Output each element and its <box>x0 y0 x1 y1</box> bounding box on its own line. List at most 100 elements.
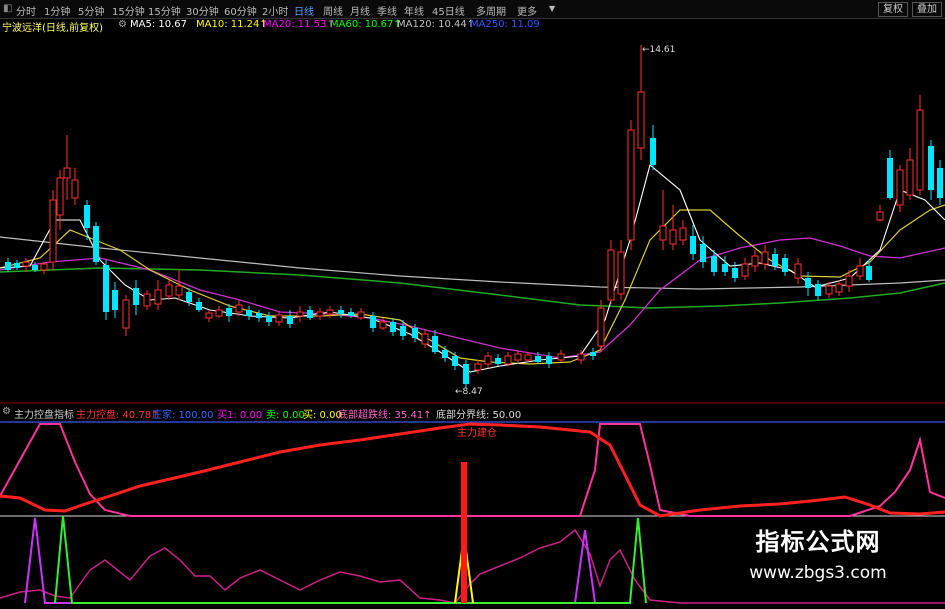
candle-body <box>637 91 645 149</box>
candle-body <box>370 316 376 328</box>
candle-body <box>275 314 283 323</box>
candle-body <box>412 328 418 338</box>
candle-body <box>165 284 173 297</box>
candle-body <box>690 236 696 254</box>
candle-body <box>896 169 904 206</box>
candle-body <box>937 168 943 198</box>
low-price-label: ←8.47 <box>455 387 483 397</box>
candle-body <box>133 288 139 305</box>
kline-chart[interactable]: ←14.61 ←8.47 主力建仓 <box>0 0 945 609</box>
candle-body <box>597 307 605 347</box>
candle-body <box>215 309 223 317</box>
candle-body <box>805 278 811 288</box>
candle-body <box>782 258 788 272</box>
candle-body <box>815 284 821 296</box>
candle-body <box>463 364 469 384</box>
candle-body <box>722 264 728 272</box>
candle-body <box>876 211 884 221</box>
candle-body <box>590 352 596 356</box>
watermark-url: www.zbgs3.com <box>749 563 887 583</box>
candle-body <box>122 299 130 329</box>
candle-body <box>93 226 99 262</box>
candle-body <box>421 333 429 345</box>
candle-body <box>56 177 64 216</box>
dealer-label: 庄家: 100.00 <box>152 410 214 421</box>
candle-body <box>307 310 313 318</box>
candle-body <box>296 311 304 317</box>
sell-label: 卖: 0.00 <box>266 410 305 421</box>
candle-body <box>63 167 71 179</box>
sell-spikes <box>54 515 647 604</box>
candle-body <box>906 159 914 196</box>
annotation-text: 主力建仓 <box>457 426 497 439</box>
ma60-line <box>0 267 945 309</box>
candle-body <box>495 358 501 364</box>
candle-body <box>845 275 853 287</box>
candle-body <box>338 310 344 314</box>
high-price-label: ←14.61 <box>642 45 675 55</box>
watermark-title: 指标公式网 <box>755 528 881 556</box>
candle-body <box>557 353 565 361</box>
candle-body <box>326 309 334 315</box>
candle-body <box>40 263 48 271</box>
candle-body <box>266 316 272 322</box>
candle-body <box>835 283 843 293</box>
candle-body <box>71 179 79 199</box>
candle-body <box>794 263 802 279</box>
candle-body <box>772 254 778 266</box>
candle-body <box>452 356 458 366</box>
watermark: 指标公式网 www.zbgs3.com <box>718 522 918 583</box>
candle-body <box>659 225 667 241</box>
candle-body <box>256 313 262 318</box>
candle-body <box>504 355 512 365</box>
candle-body <box>432 336 438 352</box>
candle-body <box>732 268 738 278</box>
indicator-legend: ⚙ 主力控盘指标 主力控盘: 40.78↑ 庄家: 100.00 买1: 0.0… <box>0 406 945 421</box>
candle-body <box>916 109 924 191</box>
candle-body <box>287 316 293 324</box>
candle-group <box>5 45 943 388</box>
candle-body <box>679 227 687 241</box>
ma120-line <box>0 236 945 290</box>
candle-body <box>84 205 90 228</box>
candle-body <box>856 265 864 277</box>
candle-body <box>205 312 213 319</box>
candle-body <box>379 321 387 329</box>
gear-icon[interactable]: ⚙ <box>2 406 11 417</box>
ma10-line <box>0 204 945 365</box>
candle-body <box>348 312 354 316</box>
candle-body <box>700 244 706 262</box>
candle-body <box>357 311 365 319</box>
candle-body <box>143 293 151 307</box>
candle-body <box>175 285 183 296</box>
ma20-line <box>0 237 945 359</box>
oversold-label: 底部超跌线: 35.41↑ <box>338 410 432 421</box>
candle-body <box>154 289 162 305</box>
buy1-spikes <box>24 517 596 604</box>
candle-body <box>186 292 192 302</box>
candle-body <box>316 311 324 317</box>
candle-body <box>741 263 749 277</box>
candle-body <box>246 310 252 316</box>
candle-body <box>577 353 585 361</box>
candle-body <box>196 302 202 310</box>
candle-body <box>751 255 759 267</box>
candle-body <box>49 199 57 263</box>
candle-body <box>400 326 406 336</box>
candle-body <box>32 265 38 270</box>
candle-body <box>235 304 243 313</box>
candle-body <box>546 356 552 364</box>
candle-body <box>535 356 541 362</box>
candle-body <box>650 138 656 165</box>
candle-body <box>390 322 396 332</box>
buy1-label: 买1: 0.00 <box>217 410 263 421</box>
candle-body <box>14 263 20 268</box>
candle-body <box>627 129 635 241</box>
build-position-bar <box>461 462 467 603</box>
boundary-label: 底部分界线: 50.00 <box>436 410 522 421</box>
candle-body <box>711 256 717 272</box>
candle-body <box>112 290 118 310</box>
candle-body <box>887 158 893 198</box>
candle-body <box>22 261 30 267</box>
candle-body <box>226 308 232 316</box>
